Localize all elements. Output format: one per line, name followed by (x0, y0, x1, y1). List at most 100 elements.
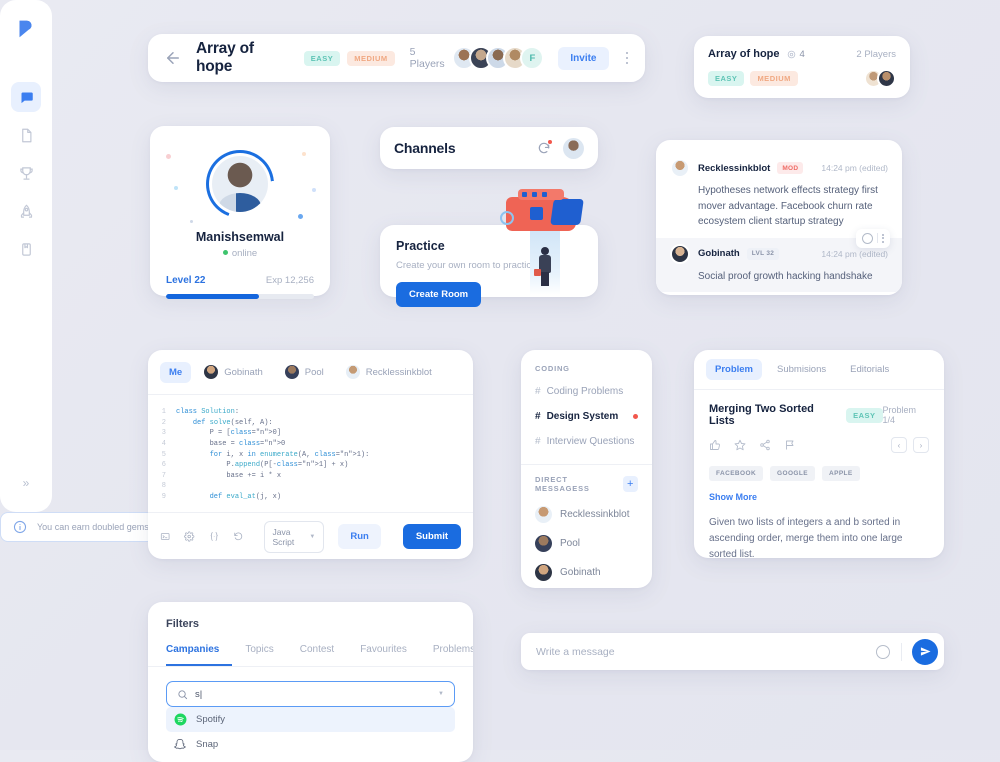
room-summary-card[interactable]: Array of hope 4 2 Players EASY MEDIUM (694, 36, 910, 98)
emoji-reaction-icon[interactable] (862, 232, 873, 244)
create-room-button[interactable]: Create Room (396, 282, 482, 307)
notification-bell-icon[interactable] (537, 139, 553, 155)
message-hover-actions[interactable] (856, 228, 890, 248)
participant-avatar-stack[interactable]: F (452, 46, 545, 70)
editor-tab-bar: Me Gobinath Pool Recklessinkblot (148, 350, 473, 394)
company-tag[interactable]: FACEBOOK (709, 466, 764, 481)
settings-icon[interactable] (184, 529, 195, 544)
avatar (877, 69, 896, 88)
next-problem-button[interactable]: › (913, 437, 929, 453)
player-count-label: 5 Players (409, 46, 445, 70)
terminal-icon[interactable] (160, 529, 170, 544)
show-more-link[interactable]: Show More (709, 492, 929, 502)
person-figure (534, 247, 553, 287)
editor-tab-pool[interactable]: Pool (276, 360, 333, 384)
company-tag[interactable]: APPLE (821, 466, 860, 481)
tab-editorials[interactable]: Editorials (841, 359, 898, 380)
sidebar-item-chat[interactable] (11, 82, 41, 112)
filter-option-label: Snap (196, 739, 219, 750)
tab-companies[interactable]: Campanies (166, 644, 233, 666)
channel-item-interview-questions[interactable]: # Interview Questions (521, 429, 652, 454)
dm-label: Gobinath (560, 567, 601, 578)
message-input-bar (521, 633, 944, 670)
tab-favourites[interactable]: Favourites (347, 644, 420, 666)
avatar[interactable] (563, 137, 584, 159)
unread-dot (633, 414, 638, 419)
sidebar-expand-button[interactable]: » (23, 476, 30, 490)
divider (901, 642, 902, 661)
level-badge: LVL 32 (746, 247, 780, 260)
document-icon (21, 128, 31, 142)
sidebar-item-trophy[interactable] (11, 158, 41, 188)
sidebar-item-book[interactable] (11, 234, 41, 264)
dm-item-gobinath[interactable]: Gobinath (521, 558, 652, 587)
filter-search-field[interactable]: s | ▼ (166, 681, 455, 707)
dm-item-recklessinkblot[interactable]: Recklessinkblot (521, 500, 652, 529)
filter-option-snap[interactable]: Snap (166, 732, 455, 757)
editor-tab-me[interactable]: Me (160, 361, 192, 383)
editor-tab-recklessinkblot[interactable]: Recklessinkblot (337, 360, 441, 384)
message-input[interactable] (536, 645, 876, 658)
text-caret: | (199, 688, 203, 700)
reset-icon[interactable] (233, 529, 243, 544)
language-select[interactable]: Java Script ▼ (263, 520, 325, 553)
code-line: 1 class Solution: (156, 407, 463, 418)
chevron-down-icon[interactable]: ▼ (438, 691, 444, 697)
line-number: 2 (161, 418, 166, 427)
code-line: 5 for i, x in enumerate(A, class="n">1): (156, 450, 463, 461)
share-icon[interactable] (759, 439, 771, 451)
editor-toolbar: Java Script ▼ Run Submit (148, 512, 473, 559)
company-tag[interactable]: GOOGLE (770, 466, 815, 481)
emoji-picker-icon[interactable] (876, 644, 890, 659)
code-text: class Solution: (176, 408, 240, 416)
braces-icon[interactable] (209, 529, 219, 544)
avatar (535, 564, 552, 581)
code-text: def solve(self, A): (192, 418, 273, 427)
prev-problem-button[interactable]: ‹ (891, 437, 907, 453)
divider (521, 464, 652, 465)
tab-topics[interactable]: Topics (232, 644, 286, 666)
dm-item-pool[interactable]: Pool (521, 529, 652, 558)
tab-contest[interactable]: Contest (287, 644, 347, 666)
channel-item-design-system[interactable]: # Design System (521, 404, 652, 429)
level-row: Level 22 Exp 12,256 (166, 275, 314, 286)
tab-problem[interactable]: Problem (706, 359, 763, 380)
flag-icon[interactable] (784, 439, 796, 451)
line-number: 1 (161, 408, 166, 416)
sidebar-nav-list (11, 82, 41, 264)
filter-option-spotify[interactable]: Spotify (166, 707, 455, 732)
app-logo-icon[interactable] (15, 18, 37, 40)
invite-button[interactable]: Invite (558, 46, 609, 70)
back-arrow-icon[interactable] (164, 49, 182, 67)
chat-message-header: Gobinath LVL 32 14:24 pm (edited) (670, 243, 888, 264)
more-options-icon[interactable] (623, 49, 632, 68)
robot-arm (500, 211, 514, 225)
exp-label: Exp 12,256 (265, 275, 314, 286)
code-line: 7 base += i * x (156, 471, 463, 482)
room-summary-avatars (864, 69, 896, 88)
sidebar-item-documents[interactable] (11, 120, 41, 150)
code-area[interactable]: 1 class Solution: 2 def solve(self, A): 3 P… (148, 394, 473, 512)
filters-title: Filters (166, 618, 200, 630)
add-dm-button[interactable]: + (622, 476, 638, 492)
trophy-icon (19, 166, 33, 180)
more-options-icon[interactable] (882, 233, 884, 243)
channel-item-coding-problems[interactable]: # Coding Problems (521, 379, 652, 404)
hash-icon: # (535, 411, 541, 422)
send-message-button[interactable] (912, 638, 938, 665)
code-line: 2 def solve(self, A): (156, 418, 463, 429)
sidebar-item-rocket[interactable] (11, 196, 41, 226)
thumbs-up-icon[interactable] (709, 439, 721, 451)
run-button[interactable]: Run (338, 524, 381, 549)
tab-problems[interactable]: Problems (420, 644, 473, 666)
avatar (345, 365, 360, 379)
tab-submissions[interactable]: Submisions (768, 359, 835, 380)
code-line: 4 base = class="n">0 (156, 439, 463, 450)
channel-label: Interview Questions (546, 436, 635, 447)
submit-button[interactable]: Submit (402, 524, 462, 549)
line-number: 5 (161, 450, 166, 459)
star-icon[interactable] (734, 439, 746, 451)
avatar-overflow-badge[interactable]: F (520, 46, 545, 70)
room-summary-bottom-row: EASY MEDIUM (708, 69, 896, 88)
editor-tab-gobinath[interactable]: Gobinath (195, 360, 272, 384)
